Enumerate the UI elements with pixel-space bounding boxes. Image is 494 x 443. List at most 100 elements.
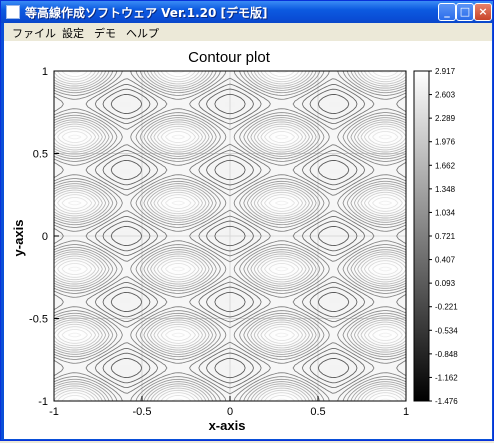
field-cell (329, 153, 336, 160)
field-cell (274, 101, 281, 108)
field-cell (169, 168, 176, 175)
field-cell (246, 364, 253, 371)
field-cell (296, 297, 303, 304)
field-cell (389, 101, 396, 108)
field-cell (279, 359, 286, 366)
field-cell (175, 303, 182, 309)
colorbar-tick-label: 2.289 (435, 114, 456, 123)
field-cell (334, 163, 341, 170)
menu-settings[interactable]: 設定 (62, 25, 84, 41)
field-cell (65, 364, 72, 371)
field-cell (362, 236, 369, 242)
field-cell (87, 328, 94, 335)
field-cell (208, 359, 215, 366)
chart-title: Contour plot (188, 49, 271, 66)
field-cell (279, 261, 286, 268)
field-cell (54, 297, 61, 304)
field-cell (213, 328, 220, 335)
field-cell (384, 220, 391, 227)
field-cell (329, 375, 336, 381)
field-cell (175, 184, 182, 191)
field-cell (175, 179, 182, 186)
field-cell (279, 241, 286, 247)
field-cell (70, 86, 77, 93)
maximize-button[interactable]: □ (456, 3, 474, 21)
close-button[interactable]: × (474, 3, 492, 21)
menu-file[interactable]: ファイル (12, 25, 56, 41)
field-cell (186, 163, 193, 170)
field-cell (125, 303, 132, 309)
field-cell (54, 163, 61, 170)
field-cell (329, 158, 336, 165)
field-cell (356, 101, 363, 108)
field-cell (175, 256, 182, 263)
field-cell (114, 266, 121, 273)
field-cell (230, 370, 237, 376)
field-cell (329, 292, 336, 299)
menu-help[interactable]: ヘルプ (126, 25, 159, 41)
field-cell (384, 86, 391, 93)
field-cell (208, 101, 215, 108)
title-bar[interactable]: 等高線作成ソフトウェア Ver.1.20 [デモ版] _ □ × (1, 1, 493, 23)
field-cell (175, 241, 182, 247)
field-cell (323, 127, 330, 134)
field-cell (175, 220, 182, 227)
field-cell (169, 364, 176, 371)
field-cell (378, 380, 385, 387)
field-cell (125, 205, 132, 211)
field-cell (208, 364, 215, 371)
field-cell (158, 101, 165, 108)
field-cell (54, 168, 61, 175)
field-cell (76, 96, 83, 103)
field-cell (114, 96, 121, 103)
field-cell (334, 359, 341, 366)
field-cell (378, 96, 385, 103)
field-cell (384, 184, 391, 191)
field-cell (329, 199, 336, 206)
field-cell (191, 364, 198, 371)
y-tick-label: 0 (42, 231, 48, 243)
field-cell (329, 132, 336, 139)
field-cell (219, 168, 226, 175)
minimize-button[interactable]: _ (438, 3, 456, 21)
field-cell (323, 96, 330, 103)
menu-demo[interactable]: デモ (94, 25, 116, 41)
field-cell (384, 256, 391, 263)
field-cell (114, 168, 121, 175)
field-cell (213, 236, 220, 242)
field-cell (384, 168, 391, 175)
field-cell (279, 256, 286, 263)
field-cell (142, 168, 149, 175)
field-cell (285, 101, 292, 108)
field-cell (329, 359, 336, 366)
field-cell (169, 380, 176, 387)
field-cell (180, 380, 187, 387)
field-cell (103, 292, 110, 299)
field-cell (296, 236, 303, 242)
field-cell (142, 143, 149, 149)
field-cell (323, 236, 330, 242)
field-cell (125, 153, 132, 160)
field-cell (329, 303, 336, 309)
field-cell (263, 132, 270, 139)
field-cell (274, 318, 281, 325)
field-cell (142, 101, 149, 108)
field-cell (131, 297, 138, 304)
field-cell (175, 163, 182, 170)
field-cell (120, 297, 127, 304)
field-cell (318, 359, 325, 366)
field-cell (235, 76, 242, 82)
field-cell (246, 101, 253, 108)
window-title: 等高線作成ソフトウェア Ver.1.20 [デモ版] (25, 6, 268, 20)
colorbar-tick-label: -0.221 (435, 303, 458, 312)
field-cell (296, 101, 303, 108)
field-cell (395, 297, 402, 304)
field-cell (175, 364, 182, 371)
field-cell (384, 101, 391, 108)
plot-area: Contour plot -1 -0.5 0 0.5 1 -1 -0.5 0 0.5 1 2.91… (4, 41, 492, 439)
colorbar-tick-label: 2.917 (435, 67, 456, 76)
field-cell (120, 101, 127, 108)
field-cell (180, 364, 187, 371)
field-cell (279, 86, 286, 93)
field-cell (345, 370, 352, 376)
